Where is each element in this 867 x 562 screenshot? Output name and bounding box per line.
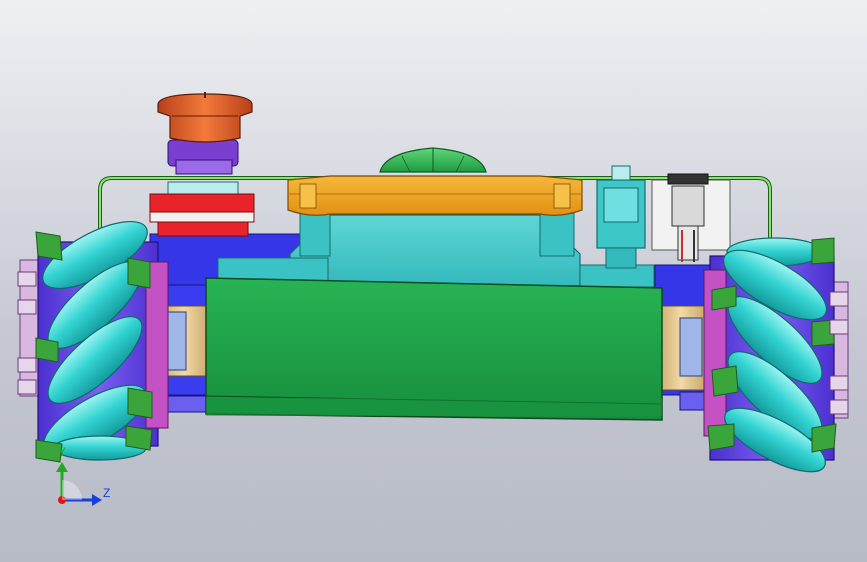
- left-mecanum-wheel[interactable]: [17, 208, 169, 468]
- cad-viewport[interactable]: Y Z: [0, 0, 867, 562]
- emergency-stop-button[interactable]: [157, 92, 253, 175]
- z-axis-label: Z: [103, 486, 110, 500]
- z-axis-arrow-icon: [92, 494, 102, 506]
- y-axis-label: Y: [58, 445, 66, 459]
- orange-top-plate[interactable]: [287, 175, 583, 216]
- model-canvas[interactable]: Y Z: [0, 0, 867, 562]
- charging-connector[interactable]: [596, 165, 646, 269]
- right-mecanum-wheel[interactable]: [703, 237, 849, 484]
- y-axis-arrow-icon: [56, 462, 68, 472]
- battery-box[interactable]: [205, 277, 663, 421]
- power-switch[interactable]: [651, 173, 731, 262]
- green-dome-light[interactable]: [379, 147, 487, 173]
- red-switch-block[interactable]: [149, 181, 255, 237]
